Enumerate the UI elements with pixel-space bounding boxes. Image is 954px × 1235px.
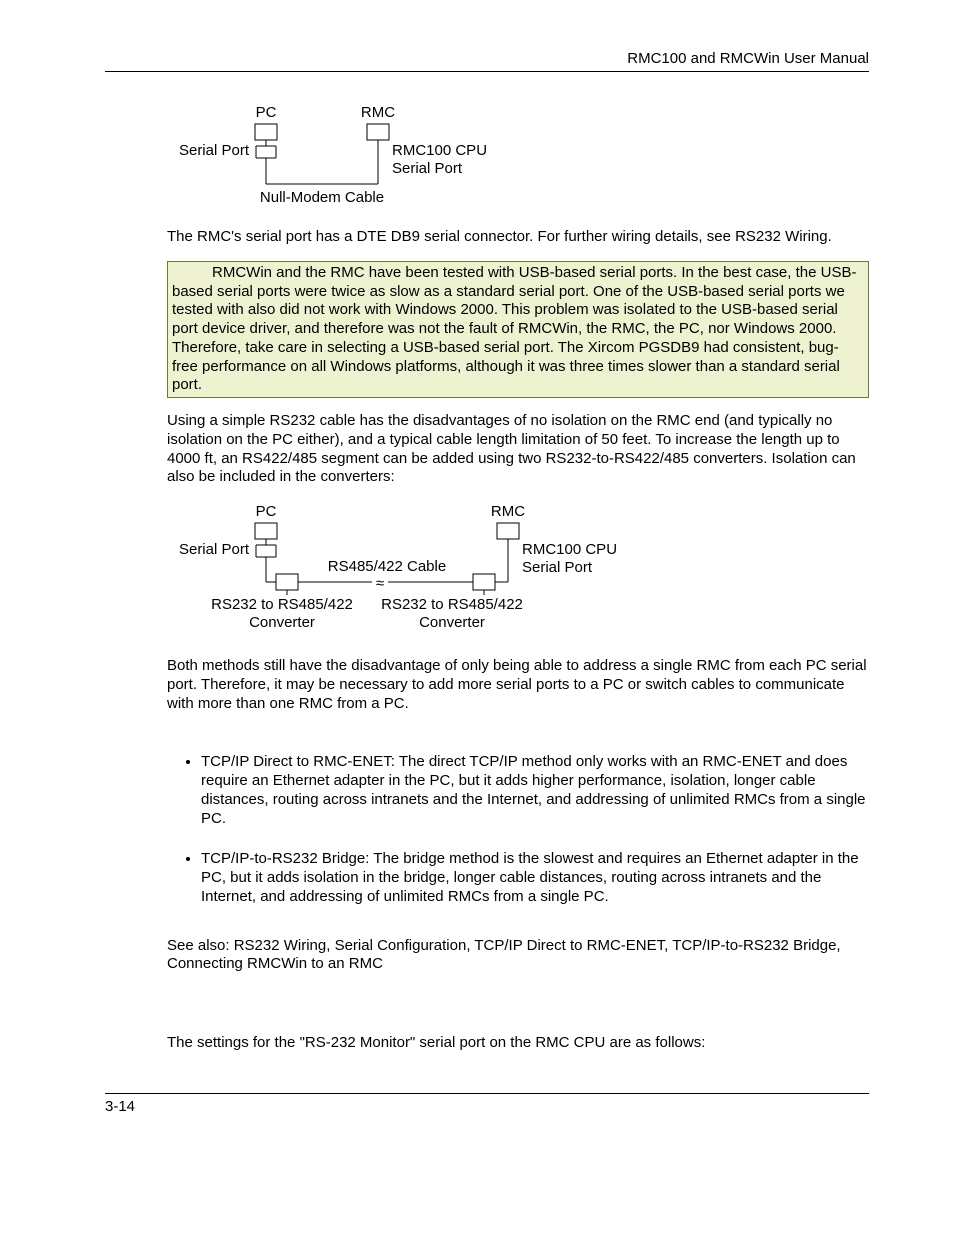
paragraph-3: Both methods still have the disadvantage… — [167, 657, 869, 713]
paragraph-2: Using a simple RS232 cable has the disad… — [167, 412, 869, 487]
d2-conv1b: Converter — [249, 614, 315, 631]
bullet-list: TCP/IP Direct to RMC-ENET: The direct TC… — [167, 753, 869, 906]
d2-rmc: RMC — [491, 503, 525, 520]
d1-rmc: RMC — [361, 104, 395, 121]
note-first-word — [172, 264, 212, 281]
d1-pc: PC — [256, 104, 277, 121]
d2-serial-port2: Serial Port — [522, 559, 593, 576]
d1-null-modem: Null-Modem Cable — [260, 189, 384, 206]
see-also: See also: RS232 Wiring, Serial Configura… — [167, 937, 869, 975]
bullet-1: TCP/IP Direct to RMC-ENET: The direct TC… — [201, 753, 869, 828]
page: RMC100 and RMCWin User Manual PC RMC Ser… — [0, 0, 954, 1165]
diagram-converter-connection: PC RMC Serial Port RS485/422 Cable RMC10… — [177, 501, 869, 645]
page-header: RMC100 and RMCWin User Manual — [105, 50, 869, 72]
d2-pc: PC — [256, 503, 277, 520]
note-text: RMCWin and the RMC have been tested with… — [172, 264, 856, 394]
d1-rmc100-cpu: RMC100 CPU — [392, 142, 487, 159]
d1-serial-port: Serial Port — [179, 142, 250, 159]
paragraph-1: The RMC's serial port has a DTE DB9 seri… — [167, 228, 869, 247]
d1-serial-port2: Serial Port — [392, 160, 463, 177]
page-footer: 3-14 — [105, 1093, 869, 1115]
bullet-2: TCP/IP-to-RS232 Bridge: The bridge metho… — [201, 850, 869, 906]
paragraph-4: The settings for the "RS-232 Monitor" se… — [167, 1034, 869, 1053]
d2-conv1a: RS232 to RS485/422 — [211, 596, 353, 613]
diagram1-svg: PC RMC Serial Port RMC100 CPU Serial Por… — [177, 102, 577, 212]
diagram2-svg: PC RMC Serial Port RS485/422 Cable RMC10… — [177, 501, 677, 641]
header-title: RMC100 and RMCWin User Manual — [627, 50, 869, 67]
d2-serial-port: Serial Port — [179, 541, 250, 558]
d2-cable: RS485/422 Cable — [328, 558, 446, 575]
svg-text:≈: ≈ — [376, 575, 384, 592]
page-number: 3-14 — [105, 1098, 135, 1115]
d2-rmc100-cpu: RMC100 CPU — [522, 541, 617, 558]
note-box: Note: RMCWin and the RMC have been teste… — [167, 261, 869, 398]
d2-conv2a: RS232 to RS485/422 — [381, 596, 523, 613]
diagram-simple-connection: PC RMC Serial Port RMC100 CPU Serial Por… — [177, 102, 869, 216]
d2-conv2b: Converter — [419, 614, 485, 631]
